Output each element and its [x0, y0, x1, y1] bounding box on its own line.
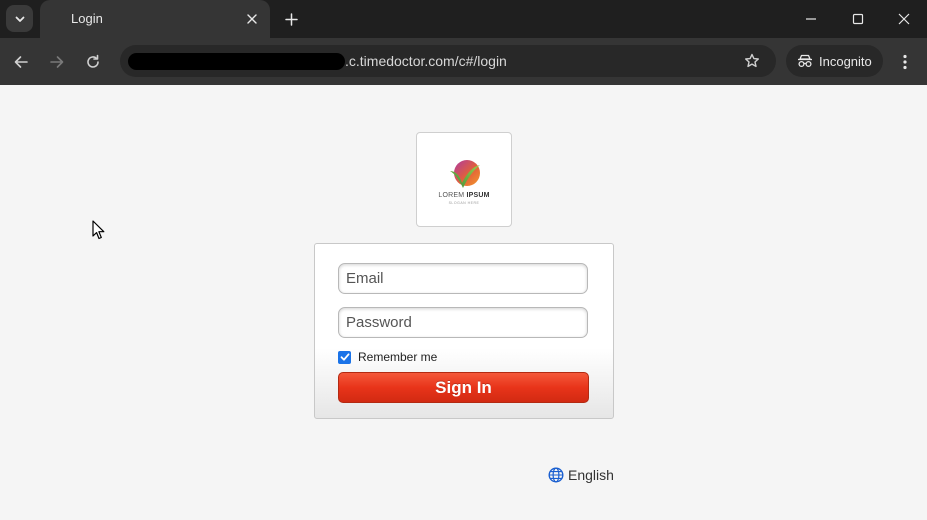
tab-title: Login: [71, 11, 103, 26]
reload-button[interactable]: [81, 50, 105, 74]
tab-search-button[interactable]: [6, 5, 33, 32]
reload-icon: [87, 54, 99, 68]
redacted-url-part: [128, 53, 345, 70]
logo-tagline: SLOGAN HERE: [448, 201, 480, 205]
incognito-icon: [798, 54, 812, 68]
tab-close-button[interactable]: [244, 11, 260, 27]
language-label: English: [568, 467, 614, 483]
address-bar[interactable]: .c.timedoctor.com/c#/login: [120, 45, 776, 77]
tab-strip: Login: [0, 0, 927, 38]
new-tab-button[interactable]: [280, 8, 302, 30]
star-icon: [745, 53, 759, 68]
browser-menu-button[interactable]: [894, 50, 916, 74]
bookmark-button[interactable]: [742, 51, 762, 71]
chevron-down-icon: [15, 16, 24, 22]
browser-toolbar: .c.timedoctor.com/c#/login Incognito: [0, 38, 927, 85]
logo-wordmark: LOREM IPSUM: [417, 192, 511, 199]
remember-me-checkbox[interactable]: [338, 350, 351, 364]
window-close-button[interactable]: [892, 8, 916, 30]
forward-button[interactable]: [45, 50, 69, 74]
remember-me-label: Remember me: [358, 350, 438, 364]
page-content: LOREM IPSUM SLOGAN HERE Remember me Sign…: [0, 85, 927, 520]
arrow-right-icon: [50, 56, 64, 68]
sign-in-button[interactable]: Sign In: [338, 372, 589, 403]
close-icon: [898, 13, 910, 25]
incognito-label: Incognito: [819, 53, 872, 69]
language-selector[interactable]: English: [548, 467, 614, 483]
logo-word-light: LOREM: [438, 192, 465, 199]
remember-me-control[interactable]: Remember me: [338, 350, 437, 364]
minimize-button[interactable]: [799, 8, 823, 30]
maximize-button[interactable]: [846, 8, 870, 30]
back-button[interactable]: [9, 50, 33, 74]
tab-login[interactable]: Login: [40, 0, 270, 38]
close-icon: [247, 14, 257, 24]
minimize-icon: [806, 18, 816, 20]
plus-icon: [284, 12, 298, 26]
checkmark-icon: [340, 353, 349, 361]
incognito-indicator[interactable]: Incognito: [786, 45, 883, 77]
browser-window: Login .c.timedoctor.com/c#/login Incogni…: [0, 0, 927, 520]
maximize-icon: [852, 13, 864, 25]
company-logo: LOREM IPSUM SLOGAN HERE: [416, 132, 512, 227]
logo-word-bold: IPSUM: [466, 192, 490, 199]
kebab-menu-icon: [903, 54, 907, 70]
globe-icon: [548, 467, 564, 483]
login-form: Remember me Sign In: [314, 243, 614, 419]
logo-emblem-icon: [450, 160, 480, 188]
email-input[interactable]: [338, 263, 588, 294]
password-input[interactable]: [338, 307, 588, 338]
url-text[interactable]: .c.timedoctor.com/c#/login: [345, 53, 507, 69]
mouse-cursor-icon: [92, 220, 105, 240]
arrow-left-icon: [14, 56, 28, 68]
